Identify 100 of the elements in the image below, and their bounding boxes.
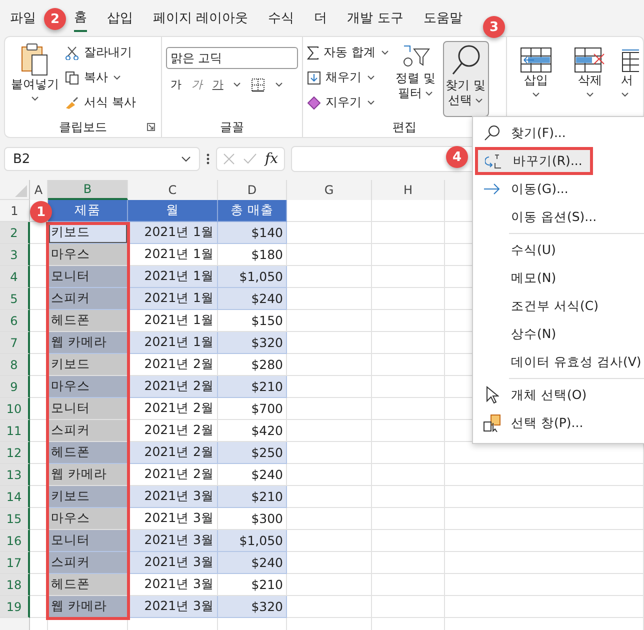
search-icon bbox=[484, 125, 500, 141]
row-header[interactable]: 17 bbox=[0, 552, 30, 574]
selection-pane-icon bbox=[483, 414, 501, 432]
ribbon-tab[interactable]: 삽입 bbox=[107, 5, 133, 31]
ribbon-tab[interactable]: 페이지 레이아웃 bbox=[153, 5, 248, 31]
fill-button[interactable]: 채우기 bbox=[306, 66, 389, 89]
table-cell: 2021년 1월 bbox=[128, 288, 218, 310]
row-header[interactable]: 5 bbox=[0, 288, 30, 310]
ribbon-tab[interactable]: 수식 bbox=[268, 5, 294, 31]
row-header[interactable]: 2 bbox=[0, 222, 30, 244]
chevron-icon bbox=[620, 92, 629, 97]
row-header[interactable]: 15 bbox=[0, 508, 30, 530]
table-header-cell: 월 bbox=[128, 200, 218, 222]
delete-cells-icon bbox=[574, 47, 606, 73]
table-cell: 헤드폰 bbox=[48, 310, 128, 332]
row-header[interactable]: 10 bbox=[0, 398, 30, 420]
font-name-field[interactable]: 맑은 고딕 bbox=[166, 47, 298, 69]
table-header-cell: 총 매출 bbox=[218, 200, 287, 222]
row-header[interactable]: 7 bbox=[0, 332, 30, 354]
row-header[interactable]: 13 bbox=[0, 464, 30, 486]
table-cell: $240 bbox=[218, 552, 287, 574]
ribbon-tab[interactable]: 더 bbox=[314, 5, 328, 31]
table-cell: $140 bbox=[218, 222, 287, 244]
menu-item[interactable]: 이동(G)... bbox=[473, 175, 644, 203]
paste-button[interactable]: 붙여넣기 bbox=[9, 41, 61, 117]
table-cell: 마우스 bbox=[48, 244, 128, 266]
row-header[interactable]: 9 bbox=[0, 376, 30, 398]
table-cell: 스피커 bbox=[48, 552, 128, 574]
group-label: 글꼴 bbox=[220, 118, 244, 136]
scissors-icon bbox=[65, 46, 79, 60]
row-header[interactable]: 16 bbox=[0, 530, 30, 552]
dialog-launcher-icon[interactable] bbox=[147, 123, 156, 131]
column-header[interactable]: B bbox=[48, 180, 128, 200]
fill-down-icon bbox=[306, 70, 321, 84]
table-cell: 2021년 3월 bbox=[128, 486, 218, 508]
more-icon[interactable] bbox=[206, 153, 210, 165]
row-header[interactable]: 14 bbox=[0, 486, 30, 508]
row-header[interactable]: 11 bbox=[0, 420, 30, 442]
format-painter-button[interactable]: 서식 복사 bbox=[65, 91, 136, 114]
table-cell: 2021년 2월 bbox=[128, 398, 218, 420]
row-header[interactable]: 6 bbox=[0, 310, 30, 332]
ribbon-tab[interactable]: 파일 bbox=[10, 5, 36, 31]
group-label: 클립보드 bbox=[59, 118, 108, 136]
chevron-icon[interactable] bbox=[275, 82, 284, 88]
row-header[interactable]: 1 bbox=[0, 200, 30, 222]
menu-item[interactable]: 바꾸기(R)... bbox=[475, 147, 593, 175]
italic-button[interactable]: 가 bbox=[191, 77, 202, 92]
ribbon-tab[interactable]: 홈 bbox=[74, 4, 87, 32]
sort-filter-button[interactable]: 정렬 및 필터 bbox=[392, 41, 439, 117]
copy-button[interactable]: 복사 bbox=[65, 66, 136, 89]
table-cell: $210 bbox=[218, 486, 287, 508]
menu-item[interactable]: 데이터 유효성 검사(V) bbox=[473, 348, 644, 376]
ribbon-tab[interactable]: 도움말 bbox=[423, 5, 462, 31]
row-header[interactable]: 4 bbox=[0, 266, 30, 288]
table-cell: 2021년 2월 bbox=[128, 376, 218, 398]
ribbon-tab[interactable]: 개발 도구 bbox=[347, 5, 404, 31]
replace-icon bbox=[485, 153, 503, 169]
row-header[interactable]: 18 bbox=[0, 574, 30, 596]
name-box[interactable]: B2 bbox=[4, 147, 200, 171]
border-icon[interactable] bbox=[251, 78, 266, 92]
row-header[interactable]: 8 bbox=[0, 354, 30, 376]
table-cell: 2021년 1월 bbox=[128, 266, 218, 288]
row-header[interactable]: 3 bbox=[0, 244, 30, 266]
column-header[interactable]: G bbox=[287, 180, 372, 200]
table-cell: 마우스 bbox=[48, 508, 128, 530]
table-cell: $320 bbox=[218, 332, 287, 354]
row-header[interactable]: 12 bbox=[0, 442, 30, 464]
menu-item[interactable]: 상수(N) bbox=[473, 320, 644, 348]
menu-item[interactable]: 조건부 서식(C) bbox=[473, 292, 644, 320]
table-cell: 웹 카메라 bbox=[48, 464, 128, 486]
chevron-icon bbox=[425, 91, 434, 96]
chevron-icon[interactable] bbox=[233, 82, 242, 88]
underline-button[interactable]: 가 bbox=[212, 77, 224, 92]
table-cell: $700 bbox=[218, 398, 287, 420]
table-icon bbox=[620, 47, 639, 73]
table-cell: 키보드 bbox=[48, 486, 128, 508]
table-cell: $210 bbox=[218, 376, 287, 398]
menu-item[interactable]: 개체 선택(O) bbox=[473, 381, 644, 409]
table-cell: 모니터 bbox=[48, 266, 128, 288]
column-header[interactable]: H bbox=[372, 180, 445, 200]
menu-item[interactable]: 메모(N) bbox=[473, 264, 644, 292]
clear-button[interactable]: 지우기 bbox=[306, 91, 389, 114]
bold-button[interactable]: 가 bbox=[170, 77, 182, 92]
find-select-button[interactable]: 찾기 및 선택 bbox=[442, 41, 489, 117]
autosum-button[interactable]: 자동 합계 bbox=[306, 41, 389, 64]
cursor-icon bbox=[485, 386, 499, 404]
chevron-icon bbox=[31, 96, 39, 101]
table-cell: $1,050 bbox=[218, 530, 287, 552]
menu-item[interactable]: 선택 창(P)... bbox=[473, 409, 644, 437]
menu-item[interactable]: 수식(U) bbox=[473, 236, 644, 264]
table-cell: 2021년 3월 bbox=[128, 552, 218, 574]
copy-icon bbox=[65, 70, 79, 84]
menu-item[interactable]: 이동 옵션(S)... bbox=[473, 203, 644, 231]
cut-button[interactable]: 잘라내기 bbox=[65, 41, 136, 64]
table-cell: $240 bbox=[218, 288, 287, 310]
chevron-icon bbox=[181, 156, 191, 162]
insert-function-button[interactable]: fx bbox=[265, 151, 278, 167]
table-cell: 2021년 1월 bbox=[128, 222, 218, 244]
row-header[interactable]: 19 bbox=[0, 596, 30, 618]
table-cell: 2021년 2월 bbox=[128, 442, 218, 464]
